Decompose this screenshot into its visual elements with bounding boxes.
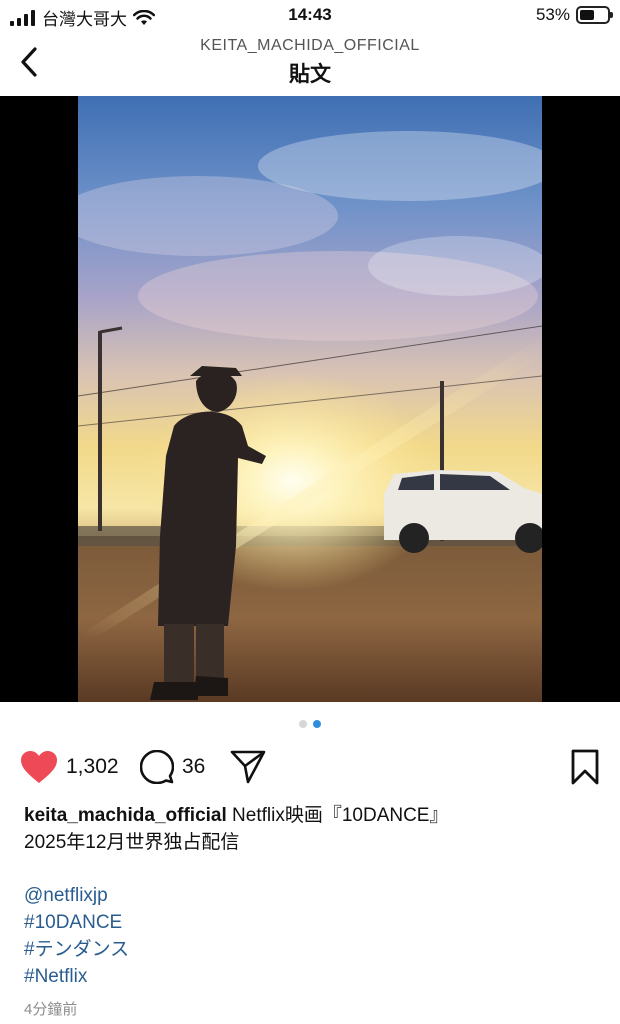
hashtag-link[interactable]: #10DANCE bbox=[24, 909, 129, 936]
post-timestamp: 4分鐘前 bbox=[24, 1001, 78, 1018]
page-title: 貼文 bbox=[289, 63, 331, 86]
hashtag-link[interactable]: #Netflix bbox=[24, 963, 129, 990]
caption-line-1: keita_machida_official Netflix映画『10DANCE… bbox=[24, 802, 596, 829]
battery-percent: 53% bbox=[535, 5, 570, 24]
status-right: 53% bbox=[535, 5, 613, 25]
hashtag-link[interactable]: #テンダンス bbox=[24, 936, 129, 963]
cellular-signal-icon bbox=[10, 9, 35, 26]
post-caption: keita_machida_official Netflix映画『10DANCE… bbox=[24, 802, 596, 856]
share-button[interactable] bbox=[230, 745, 266, 789]
status-left: 台灣大哥大 bbox=[10, 5, 155, 30]
caption-text-2: 2025年12月世界独占配信 bbox=[24, 832, 240, 853]
post-actions: 1,302 36 bbox=[20, 745, 600, 789]
account-name: KEITA_MACHIDA_OFFICIAL bbox=[200, 37, 420, 54]
battery-level bbox=[580, 10, 594, 20]
heart-icon bbox=[21, 751, 57, 783]
mention-link[interactable]: @netflixjp bbox=[24, 882, 129, 909]
status-bar: 台灣大哥大 14:43 53% bbox=[0, 0, 620, 32]
comment-button[interactable]: 36 bbox=[140, 745, 205, 789]
carousel-dot bbox=[299, 720, 307, 728]
carrier-name: 台灣大哥大 bbox=[42, 10, 127, 29]
sunset-street-photo bbox=[78, 96, 542, 702]
like-button[interactable]: 1,302 bbox=[20, 745, 119, 789]
wifi-icon bbox=[133, 9, 155, 25]
carousel-indicator bbox=[0, 720, 620, 728]
post-header: KEITA_MACHIDA_OFFICIAL 貼文 bbox=[0, 32, 620, 96]
comment-count: 36 bbox=[182, 755, 206, 778]
comment-icon bbox=[140, 750, 174, 784]
like-count[interactable]: 1,302 bbox=[66, 755, 119, 779]
carousel-dot-active bbox=[313, 720, 321, 728]
post-media[interactable] bbox=[0, 96, 620, 702]
post-photo[interactable] bbox=[78, 96, 542, 702]
bookmark-icon bbox=[571, 749, 599, 785]
caption-text-1: Netflix映画『10DANCE』 bbox=[232, 805, 449, 826]
battery-icon bbox=[576, 6, 613, 24]
caption-tags: @netflixjp #10DANCE #テンダンス #Netflix bbox=[24, 882, 129, 990]
save-button[interactable] bbox=[570, 749, 600, 790]
send-icon bbox=[230, 750, 266, 784]
caption-username[interactable]: keita_machida_official bbox=[24, 805, 227, 826]
